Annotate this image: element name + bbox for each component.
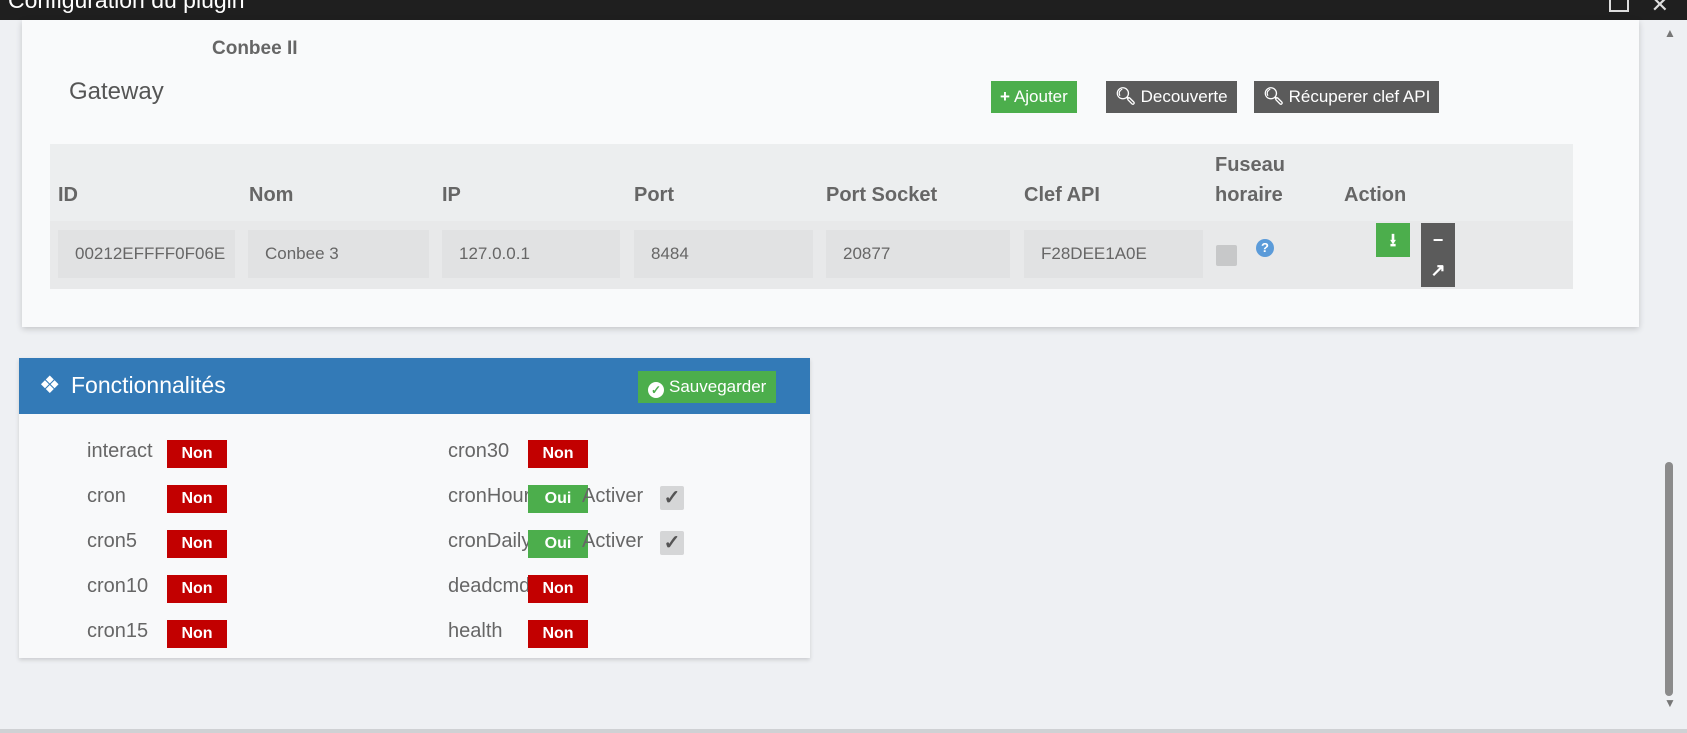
api-key-field[interactable]: F28DEE1A0E (1024, 230, 1203, 278)
header-api-key: Clef API (1024, 184, 1100, 206)
discover-button[interactable]: 🔍︎ Decouverte (1106, 81, 1237, 113)
features-panel: ❖ Fonctionnalités ✓ Sauvegarder interact … (19, 358, 810, 658)
status-badge: Non (167, 530, 227, 558)
features-header: ❖ Fonctionnalités ✓ Sauvegarder (19, 358, 810, 414)
add-button[interactable]: + Ajouter (991, 81, 1077, 113)
help-icon[interactable]: ? (1256, 239, 1274, 257)
status-badge: Non (528, 440, 588, 468)
plus-icon: + (1000, 87, 1010, 106)
feature-name: cron10 (87, 575, 149, 597)
external-link-icon: ↗ (1430, 260, 1446, 280)
save-button[interactable]: ✓ Sauvegarder (638, 371, 777, 403)
header-port: Port (634, 184, 674, 206)
activate-label: Activer (582, 530, 644, 552)
activate-checkbox[interactable]: ✓ (660, 486, 684, 510)
download-icon: ⭳ (1389, 230, 1397, 250)
name-field[interactable]: Conbee 3 (248, 230, 429, 278)
header-id: ID (58, 184, 78, 206)
status-badge: Oui (528, 530, 588, 558)
status-badge: Non (167, 440, 227, 468)
search-icon: 🔍︎ (1115, 87, 1137, 106)
close-icon[interactable]: ✕ (1651, 0, 1669, 18)
discover-button-label: Decouverte (1140, 87, 1228, 106)
save-button-label: Sauvegarder (669, 377, 767, 396)
header-ip: IP (442, 184, 461, 206)
header-timezone-line1: Fuseau (1215, 154, 1286, 176)
activate-label: Activer (582, 485, 644, 507)
feature-name: interact (87, 440, 153, 462)
window-title: Configuration du plugin (8, 0, 245, 13)
feature-name: cron5 (87, 530, 138, 552)
window-titlebar: Configuration du plugin ✕ (0, 0, 1687, 20)
feature-name: health (448, 620, 503, 642)
gateway-table: ID Nom IP Port Port Socket Clef API Fuse… (50, 144, 1573, 289)
open-external-button[interactable]: ↗ (1421, 253, 1455, 287)
add-button-label: Ajouter (1013, 87, 1068, 106)
id-field[interactable]: 00212EFFFF0F06E (58, 230, 235, 278)
port-socket-field[interactable]: 20877 (826, 230, 1010, 278)
header-timezone-line2: horaire (1215, 184, 1283, 206)
gateway-panel: Conbee II Gateway + Ajouter 🔍︎ Decouverte … (22, 20, 1639, 327)
gateway-title: Gateway (69, 78, 164, 105)
maximize-icon[interactable] (1609, 0, 1629, 12)
feature-name: cron30 (448, 440, 510, 462)
remove-button[interactable]: − (1421, 223, 1455, 257)
header-action: Action (1344, 184, 1407, 206)
download-button[interactable]: ⭳ (1376, 223, 1410, 257)
search-icon: 🔍︎ (1263, 87, 1285, 106)
feature-name: cron (87, 485, 126, 507)
activate-checkbox[interactable]: ✓ (660, 531, 684, 555)
minus-icon: − (1432, 230, 1444, 250)
scroll-down-arrow-icon[interactable]: ▼ (1664, 696, 1676, 710)
ip-field[interactable]: 127.0.0.1 (442, 230, 620, 278)
header-port-socket: Port Socket (826, 184, 938, 206)
status-badge: Oui (528, 485, 588, 513)
puzzle-icon: ❖ (39, 372, 61, 399)
get-api-key-button-label: Récuperer clef API (1288, 87, 1431, 106)
scroll-up-arrow-icon[interactable]: ▲ (1664, 26, 1676, 40)
timezone-checkbox[interactable] (1216, 245, 1237, 266)
status-badge: Non (528, 575, 588, 603)
feature-name: cronDaily (448, 530, 532, 552)
header-name: Nom (249, 184, 294, 206)
check-circle-icon: ✓ (648, 382, 664, 398)
device-label: Conbee II (212, 38, 298, 59)
status-badge: Non (528, 620, 588, 648)
status-badge: Non (167, 575, 227, 603)
scrollbar-thumb[interactable] (1665, 462, 1673, 696)
port-field[interactable]: 8484 (634, 230, 813, 278)
feature-name: cron15 (87, 620, 149, 642)
status-badge: Non (167, 620, 227, 648)
features-title: Fonctionnalités (71, 372, 226, 398)
feature-name: deadcmd (448, 575, 531, 597)
bottom-divider (0, 729, 1687, 733)
get-api-key-button[interactable]: 🔍︎ Récuperer clef API (1254, 81, 1440, 113)
status-badge: Non (167, 485, 227, 513)
